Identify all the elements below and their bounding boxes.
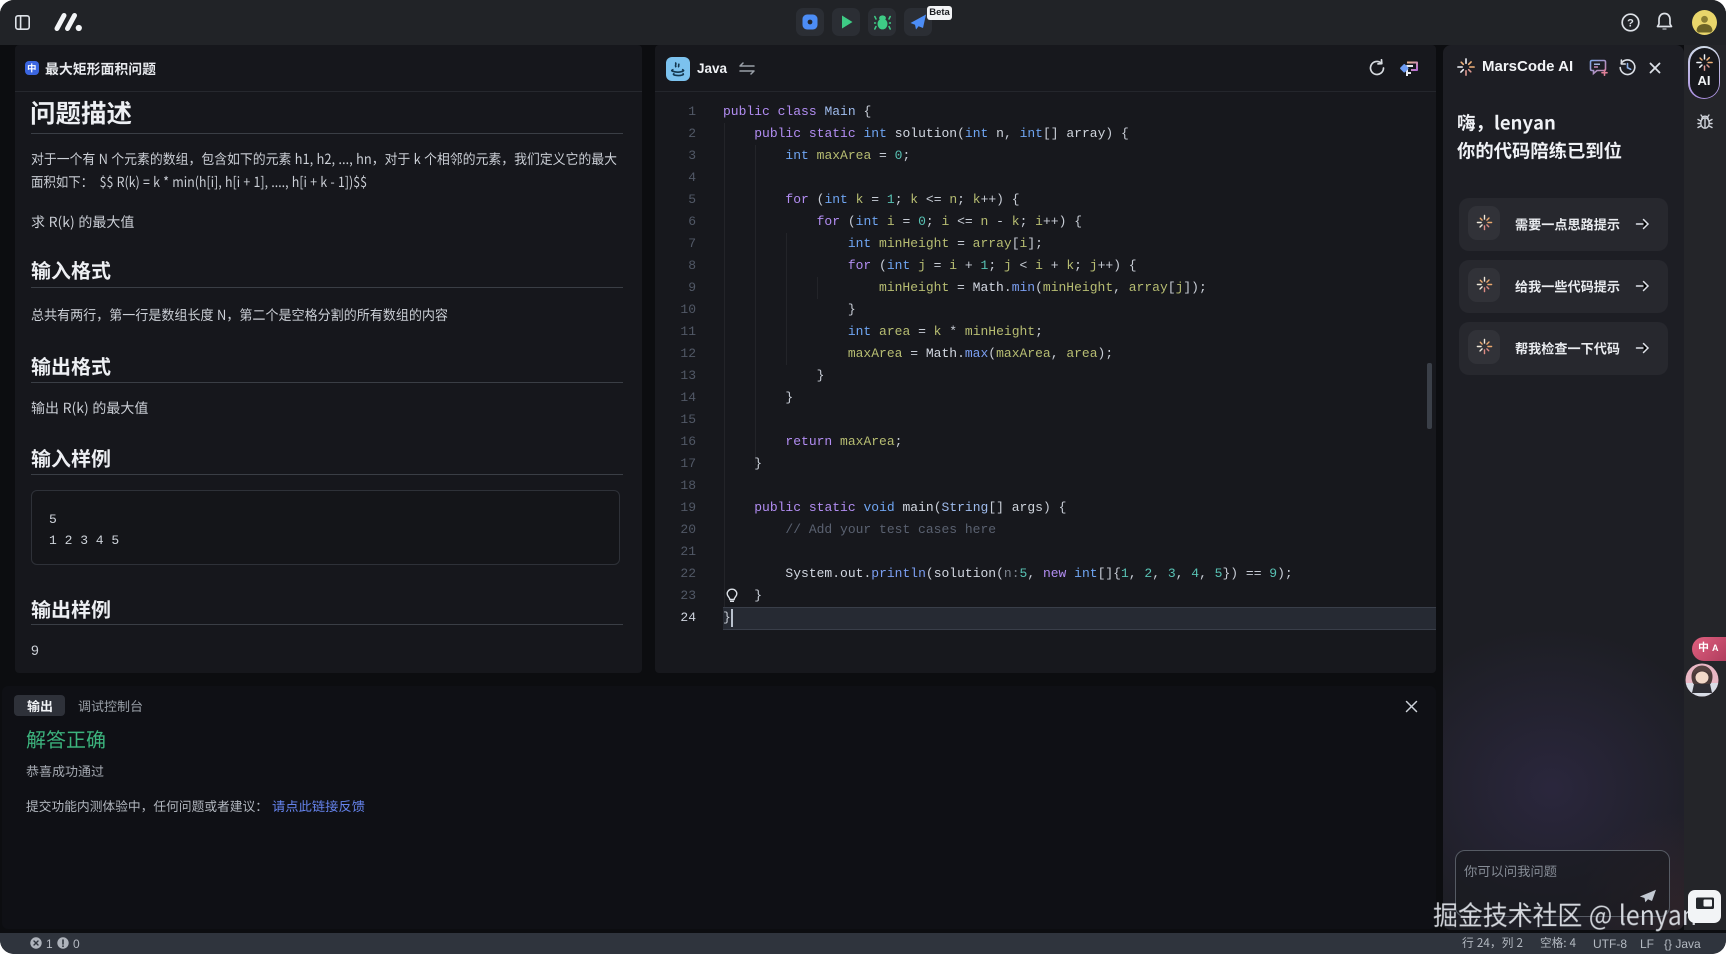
svg-text:?: ? [1627, 17, 1634, 29]
